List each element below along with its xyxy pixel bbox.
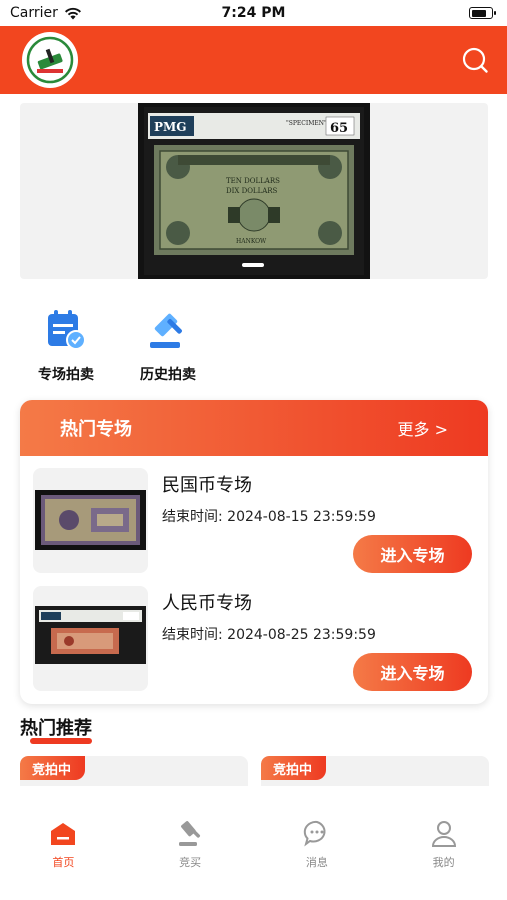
session-thumbnail[interactable] bbox=[33, 586, 148, 691]
specimen-text: "SPECIMEN" bbox=[286, 120, 327, 127]
session-thumbnail[interactable] bbox=[33, 468, 148, 573]
hot-sessions-title: 热门专场 bbox=[60, 419, 132, 440]
app-header bbox=[0, 26, 507, 94]
quick-link-label: 专场拍卖 bbox=[38, 367, 94, 383]
carrier-label: Carrier bbox=[10, 5, 58, 21]
enter-session-button[interactable]: 进入专场 bbox=[353, 653, 472, 691]
session-end-time: 结束时间: 2024-08-25 23:59:59 bbox=[162, 627, 376, 643]
quick-link-label: 历史拍卖 bbox=[140, 367, 196, 383]
battery-fill bbox=[471, 9, 486, 17]
gavel-history-icon bbox=[150, 313, 182, 348]
recommend-title: 热门推荐 bbox=[20, 718, 92, 739]
more-link[interactable]: 更多 > bbox=[398, 416, 449, 440]
grade-score: 65 bbox=[330, 121, 348, 136]
quick-link-special-auction[interactable]: 专场拍卖 bbox=[30, 308, 102, 384]
status-bar: Carrier 7:24 PM bbox=[0, 0, 507, 26]
hot-sessions-header: 热门专场 更多 > bbox=[20, 400, 488, 456]
session-name: 人民币专场 bbox=[162, 593, 252, 614]
bidding-badge: 竞拍中 bbox=[261, 756, 327, 780]
battery-icon bbox=[469, 7, 496, 19]
profile-icon bbox=[431, 821, 456, 847]
banner-carousel[interactable]: PMG "SPECIMEN" 65 TEN DOLLARS DIX DOLLAR… bbox=[20, 103, 488, 279]
recommend-card[interactable]: 竞拍中 bbox=[20, 756, 248, 786]
hot-sessions-card: 热门专场 更多 > 民国币专场 结束时间: 2024-08-15 23:59:5… bbox=[20, 400, 488, 704]
session-end-time: 结束时间: 2024-08-15 23:59:59 bbox=[162, 509, 376, 525]
tab-label: 消息 bbox=[305, 856, 328, 869]
banknote-image: PMG "SPECIMEN" 65 TEN DOLLARS DIX DOLLAR… bbox=[144, 107, 364, 275]
bill-text-bottom: DIX DOLLARS bbox=[226, 187, 278, 195]
session-item[interactable]: 人民币专场 结束时间: 2024-08-25 23:59:59 进入专场 bbox=[33, 586, 473, 694]
banknote-thumbnail bbox=[35, 606, 146, 664]
tab-profile[interactable]: 我的 bbox=[380, 786, 507, 900]
calendar-auction-icon bbox=[48, 310, 86, 350]
banner-image[interactable]: PMG "SPECIMEN" 65 TEN DOLLARS DIX DOLLAR… bbox=[138, 103, 370, 279]
enter-session-button[interactable]: 进入专场 bbox=[353, 535, 472, 573]
session-item[interactable]: 民国币专场 结束时间: 2024-08-15 23:59:59 进入专场 bbox=[33, 468, 473, 576]
bill-city: HANKOW bbox=[236, 238, 267, 245]
recommend-title-underline bbox=[30, 738, 92, 744]
tab-label: 竞买 bbox=[179, 856, 202, 869]
home-icon bbox=[51, 823, 76, 845]
bidding-badge: 竞拍中 bbox=[20, 756, 86, 780]
tab-bidding[interactable]: 竞买 bbox=[127, 786, 254, 900]
quick-link-history-auction[interactable]: 历史拍卖 bbox=[132, 308, 204, 384]
tab-label: 首页 bbox=[52, 856, 75, 869]
wifi-icon bbox=[64, 7, 81, 19]
carousel-indicator[interactable] bbox=[242, 263, 264, 267]
tab-messages[interactable]: 消息 bbox=[254, 786, 381, 900]
search-button[interactable] bbox=[459, 44, 491, 76]
banknote-thumbnail bbox=[35, 490, 146, 550]
tab-bar: 首页 竞买 消息 我的 bbox=[0, 786, 507, 900]
grade-label: PMG bbox=[154, 120, 187, 134]
app-logo[interactable] bbox=[22, 32, 78, 88]
recommend-card[interactable]: 竞拍中 bbox=[261, 756, 489, 786]
status-left: Carrier bbox=[10, 5, 82, 21]
tab-home[interactable]: 首页 bbox=[0, 786, 127, 900]
search-icon bbox=[462, 47, 488, 73]
bill-text-top: TEN DOLLARS bbox=[226, 177, 280, 185]
tab-label: 我的 bbox=[432, 856, 455, 869]
message-icon bbox=[303, 820, 326, 847]
gavel-icon bbox=[179, 821, 201, 846]
auction-hammer-logo-icon bbox=[26, 36, 74, 84]
session-name: 民国币专场 bbox=[162, 475, 252, 496]
quick-links: 专场拍卖 历史拍卖 bbox=[30, 308, 204, 384]
